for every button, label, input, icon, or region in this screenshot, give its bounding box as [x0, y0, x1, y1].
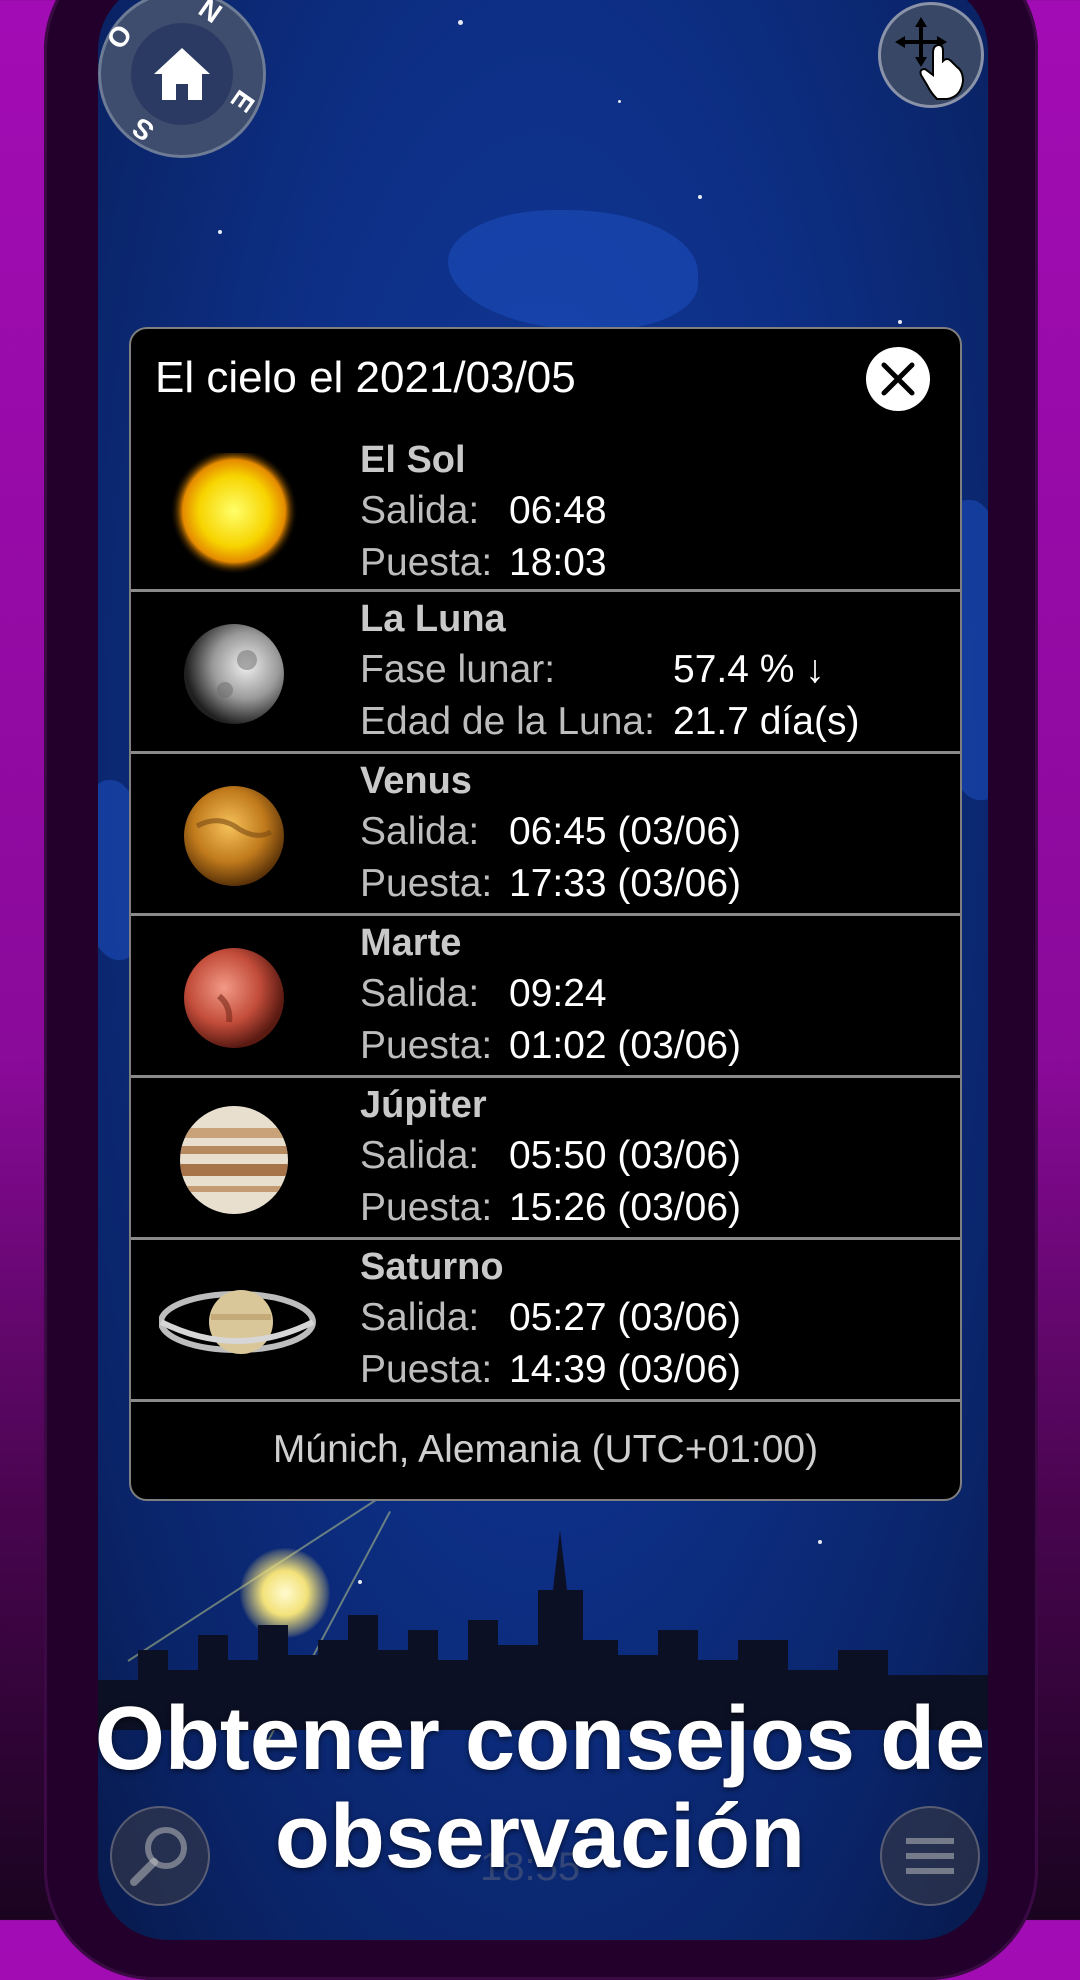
move-gesture-icon	[895, 17, 965, 100]
rise-value: 09:24	[509, 972, 607, 1015]
move-gesture-button[interactable]	[878, 2, 984, 108]
star	[898, 320, 902, 324]
object-name: La Luna	[360, 598, 506, 640]
set-value: 14:39 (03/06)	[509, 1348, 742, 1391]
rise-value: 06:45 (03/06)	[509, 810, 742, 853]
list-item-saturn[interactable]: Saturno Salida: 05:27 (03/06) Puesta: 14…	[131, 1237, 960, 1400]
object-name: Saturno	[360, 1246, 504, 1288]
sky-info-dialog: El cielo el 2021/03/05 El Sol Salida: 06…	[129, 327, 962, 1501]
phase-value: 57.4 % ↓	[673, 648, 825, 691]
age-label: Edad de la Luna:	[360, 700, 655, 743]
object-name: Júpiter	[360, 1084, 487, 1126]
star	[618, 100, 621, 103]
set-value: 17:33 (03/06)	[509, 862, 742, 905]
object-name: Venus	[360, 760, 472, 802]
set-value: 18:03	[509, 541, 607, 584]
rise-label: Salida:	[360, 972, 480, 1015]
star	[458, 20, 463, 25]
rise-label: Salida:	[360, 810, 480, 853]
list-item-mars[interactable]: Marte Salida: 09:24 Puesta: 01:02 (03/06…	[131, 913, 960, 1076]
constellation-art	[448, 210, 698, 330]
saturn-image	[158, 1260, 316, 1380]
phase-label: Fase lunar:	[360, 648, 556, 691]
moon-image	[159, 612, 309, 732]
object-name: Marte	[360, 922, 462, 964]
rise-value: 05:50 (03/06)	[509, 1134, 742, 1177]
location-label[interactable]: Múnich, Alemania (UTC+01:00)	[131, 1399, 960, 1499]
home-icon	[154, 48, 210, 100]
jupiter-image	[159, 1098, 309, 1218]
mars-image	[159, 936, 309, 1056]
age-value: 21.7 día(s)	[673, 700, 860, 743]
rise-label: Salida:	[360, 1134, 480, 1177]
home-icon-holder	[131, 23, 233, 125]
venus-image	[159, 774, 309, 894]
set-label: Puesta:	[360, 541, 493, 584]
list-item-jupiter[interactable]: Júpiter Salida: 05:50 (03/06) Puesta: 15…	[131, 1075, 960, 1238]
rise-value: 05:27 (03/06)	[509, 1296, 742, 1339]
rise-value: 06:48	[509, 489, 607, 532]
star	[698, 195, 702, 199]
caption-line-2: observación	[274, 1787, 806, 1887]
dialog-title: El cielo el 2021/03/05	[155, 353, 576, 402]
object-name: El Sol	[360, 439, 466, 481]
promo-caption: Obtener consejos de observación	[0, 1690, 1080, 1886]
set-value: 01:02 (03/06)	[509, 1024, 742, 1067]
rise-label: Salida:	[360, 489, 480, 532]
set-label: Puesta:	[360, 862, 493, 905]
caption-line-1: Obtener consejos de	[94, 1689, 986, 1789]
rise-label: Salida:	[360, 1296, 480, 1339]
set-label: Puesta:	[360, 1024, 493, 1067]
list-item-venus[interactable]: Venus Salida: 06:45 (03/06) Puesta: 17:3…	[131, 751, 960, 914]
close-button[interactable]	[866, 347, 930, 411]
set-label: Puesta:	[360, 1186, 493, 1229]
sun-image	[159, 447, 309, 575]
list-item-sun[interactable]: El Sol Salida: 06:48 Puesta: 18:03	[131, 433, 960, 593]
set-value: 15:26 (03/06)	[509, 1186, 742, 1229]
list-item-moon[interactable]: La Luna Fase lunar: 57.4 % ↓ Edad de la …	[131, 589, 960, 752]
set-label: Puesta:	[360, 1348, 493, 1391]
close-icon	[881, 362, 915, 396]
star	[218, 230, 222, 234]
